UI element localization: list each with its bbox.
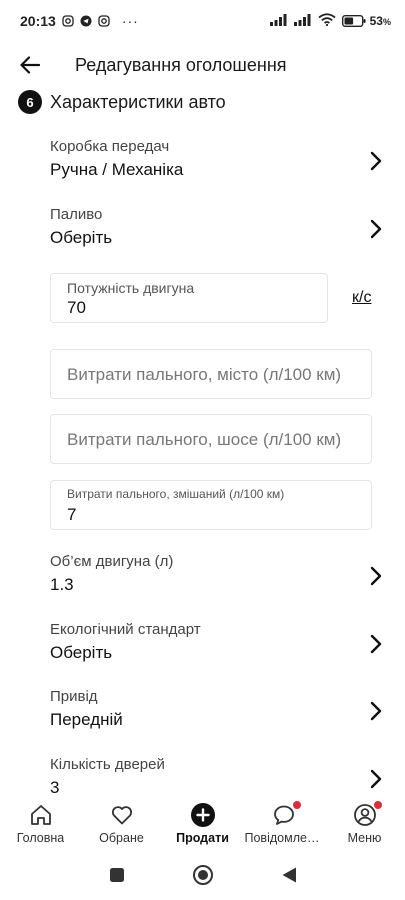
system-navigation-bar	[0, 850, 405, 900]
signal-icon	[269, 13, 288, 29]
fuel-consumption-highway-field[interactable]: Витрати пального, шосе (л/100 км)	[50, 414, 372, 464]
doors-select[interactable]: Кількість дверей 3	[50, 756, 390, 796]
section-title: Характеристики авто	[50, 91, 226, 112]
chevron-right-icon	[370, 701, 382, 721]
engine-power-value: 70	[67, 298, 86, 317]
power-unit-toggle[interactable]: к/с	[352, 289, 371, 307]
fuel-label: Паливо	[50, 206, 103, 223]
nav-favorites[interactable]: Обране	[81, 796, 162, 850]
nav-home[interactable]: Головна	[0, 796, 81, 850]
square-icon	[109, 868, 124, 882]
chevron-right-icon	[370, 769, 382, 789]
status-bar: 20:13 ··· 53%	[0, 0, 405, 42]
gearbox-select[interactable]: Коробка передач Ручна / Механіка	[50, 138, 390, 190]
nav-menu-label: Меню	[347, 831, 382, 845]
fuel-consumption-mixed-value: 7	[67, 505, 77, 524]
chevron-right-icon	[370, 151, 382, 171]
user-icon	[352, 801, 382, 828]
gearbox-label: Коробка передач	[50, 138, 170, 155]
eco-standard-label: Екологічний стандарт	[50, 621, 201, 638]
wifi-icon	[318, 13, 336, 29]
drive-label: Привід	[50, 688, 98, 705]
battery-icon	[341, 15, 366, 27]
drive-select[interactable]: Привід Передній	[50, 688, 390, 740]
nav-menu[interactable]: Меню	[324, 796, 405, 850]
home-icon	[28, 802, 54, 828]
status-right: 53%	[269, 13, 391, 29]
engine-power-field[interactable]: Потужність двигуна 70	[50, 273, 328, 323]
fuel-consumption-mixed-label: Витрати пального, змішаний (л/100 км)	[67, 487, 285, 501]
plus-circle-icon	[190, 802, 216, 828]
doors-value: 3	[50, 778, 60, 796]
gearbox-value: Ручна / Механіка	[50, 160, 184, 179]
instagram-icon	[98, 15, 110, 27]
nav-home-label: Головна	[16, 831, 65, 845]
doors-label: Кількість дверей	[50, 756, 165, 773]
engine-volume-label: Об’єм двигуна (л)	[50, 553, 174, 570]
drive-value: Передній	[50, 710, 123, 729]
nav-messages-label: Повідомлення	[244, 831, 323, 845]
circle-icon	[192, 865, 213, 885]
nav-messages[interactable]: Повідомлення	[243, 796, 324, 850]
triangle-back-icon	[282, 867, 296, 883]
app-header: Редагування оголошення	[0, 42, 405, 88]
chevron-right-icon	[370, 566, 382, 586]
recent-apps-button[interactable]	[105, 863, 129, 887]
signal-icon	[293, 13, 312, 29]
notification-dot	[292, 801, 301, 809]
nav-sell[interactable]: Продати	[162, 796, 243, 850]
engine-power-label: Потужність двигуна	[67, 280, 195, 296]
bottom-navigation: Головна Обране Продати Повідомлення Меню	[0, 796, 405, 850]
eco-standard-select[interactable]: Екологічний стандарт Оберіть	[50, 621, 390, 673]
chevron-right-icon	[370, 634, 382, 654]
arrow-left-icon	[20, 56, 40, 74]
status-time: 20:13	[20, 13, 56, 29]
fuel-consumption-highway-placeholder: Витрати пального, шосе (л/100 км)	[67, 430, 342, 449]
back-system-button[interactable]	[277, 863, 301, 887]
eco-standard-value: Оберіть	[50, 643, 113, 662]
step-number-badge: 6	[18, 90, 42, 114]
fuel-select[interactable]: Паливо Оберіть	[50, 206, 390, 258]
engine-volume-select[interactable]: Об’єм двигуна (л) 1.3	[50, 553, 390, 605]
heart-icon	[109, 802, 135, 828]
status-left: 20:13 ···	[20, 13, 139, 29]
fuel-consumption-city-field[interactable]: Витрати пального, місто (л/100 км)	[50, 349, 372, 399]
section-heading: 6 Характеристики авто	[18, 90, 226, 114]
fuel-consumption-mixed-field[interactable]: Витрати пального, змішаний (л/100 км) 7	[50, 480, 372, 530]
fuel-value: Оберіть	[50, 228, 113, 247]
back-button[interactable]	[2, 42, 58, 88]
nav-sell-label: Продати	[176, 831, 229, 845]
notification-dot	[373, 801, 382, 809]
battery-percent: 53	[369, 14, 383, 28]
battery-indicator: 53%	[341, 14, 391, 28]
nav-favorites-label: Обране	[99, 831, 144, 845]
more-notifications-icon: ···	[121, 13, 139, 29]
battery-percent-symbol: %	[382, 17, 391, 27]
instagram-icon	[62, 15, 74, 27]
telegram-icon	[80, 15, 92, 27]
chevron-right-icon	[370, 219, 382, 239]
fuel-consumption-city-placeholder: Витрати пального, місто (л/100 км)	[67, 365, 342, 384]
home-system-button[interactable]	[191, 863, 215, 887]
engine-volume-value: 1.3	[50, 575, 74, 594]
page-title: Редагування оголошення	[75, 54, 287, 75]
chat-bubble-icon	[271, 801, 301, 828]
